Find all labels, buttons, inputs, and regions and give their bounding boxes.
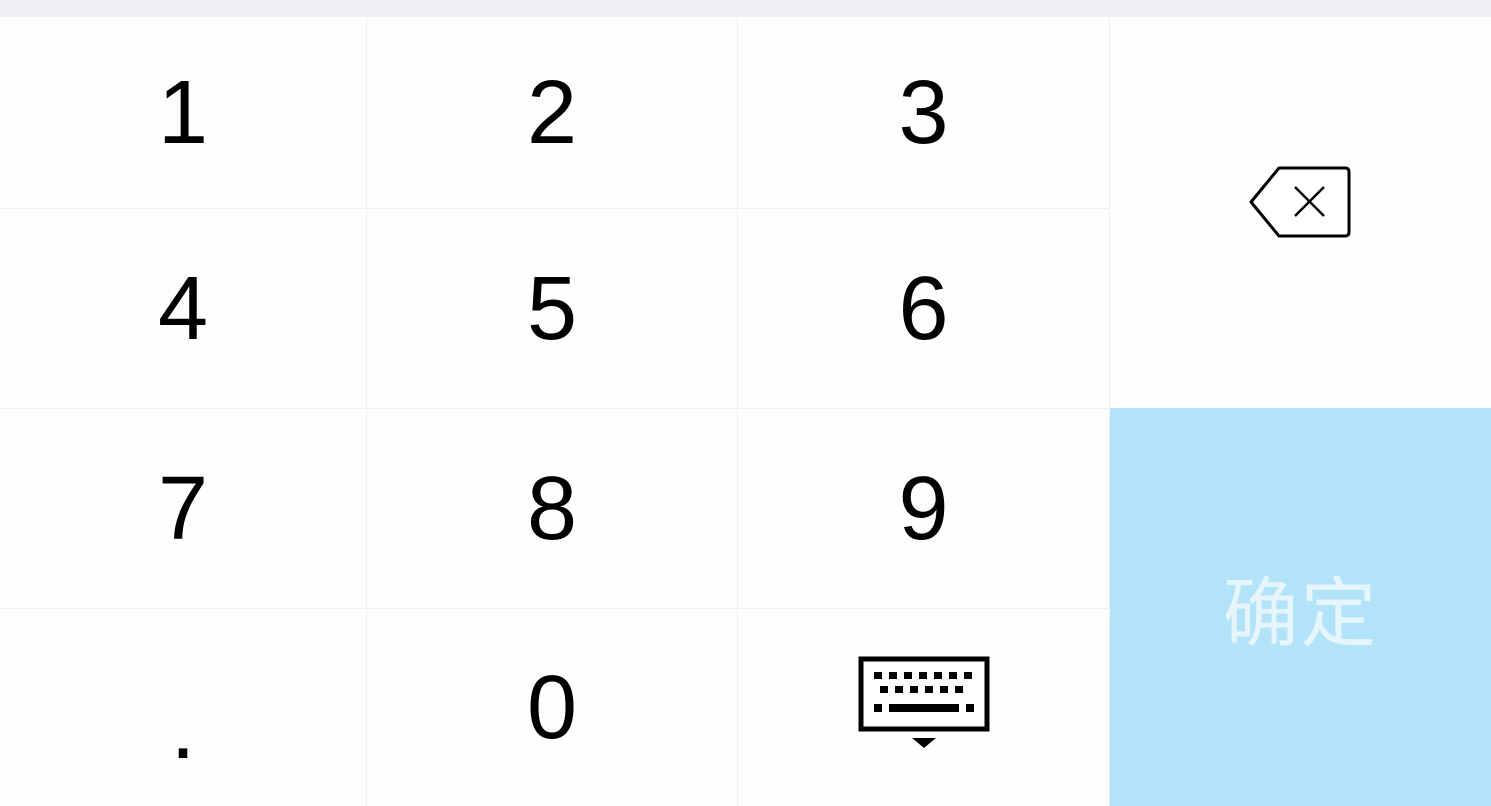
key-4-label: 4	[157, 258, 209, 359]
key-5[interactable]: 5	[367, 209, 738, 409]
key-0[interactable]: 0	[367, 609, 738, 806]
key-1-label: 1	[157, 62, 209, 163]
key-9-label: 9	[898, 458, 949, 559]
confirm-button[interactable]: 确定	[1110, 408, 1491, 806]
backspace-icon	[1249, 165, 1353, 239]
key-7[interactable]: 7	[0, 409, 367, 609]
confirm-button-label: 确定	[1222, 569, 1379, 658]
top-divider-strip	[0, 0, 1491, 17]
key-2-label: 2	[526, 62, 578, 163]
key-3-label: 3	[898, 62, 949, 163]
key-4[interactable]: 4	[0, 209, 367, 409]
key-2[interactable]: 2	[367, 17, 738, 209]
numeric-keypad: 1 2 3 4 5 6 7 8 9 . 0 确定	[0, 17, 1491, 806]
key-9[interactable]: 9	[738, 409, 1110, 609]
key-0-label: 0	[526, 657, 578, 758]
key-6-label: 6	[898, 258, 949, 359]
keyboard-hide-icon	[858, 656, 990, 756]
key-5-label: 5	[526, 258, 578, 359]
key-8-label: 8	[526, 458, 578, 559]
key-3[interactable]: 3	[738, 17, 1110, 209]
key-8[interactable]: 8	[367, 409, 738, 609]
key-6[interactable]: 6	[738, 209, 1110, 409]
key-decimal-point-label: .	[170, 677, 196, 778]
key-decimal-point[interactable]: .	[0, 609, 367, 806]
delete-button[interactable]	[1110, 17, 1491, 409]
key-1[interactable]: 1	[0, 17, 367, 209]
key-7-label: 7	[157, 458, 209, 559]
hide-keyboard-button[interactable]	[738, 609, 1110, 806]
